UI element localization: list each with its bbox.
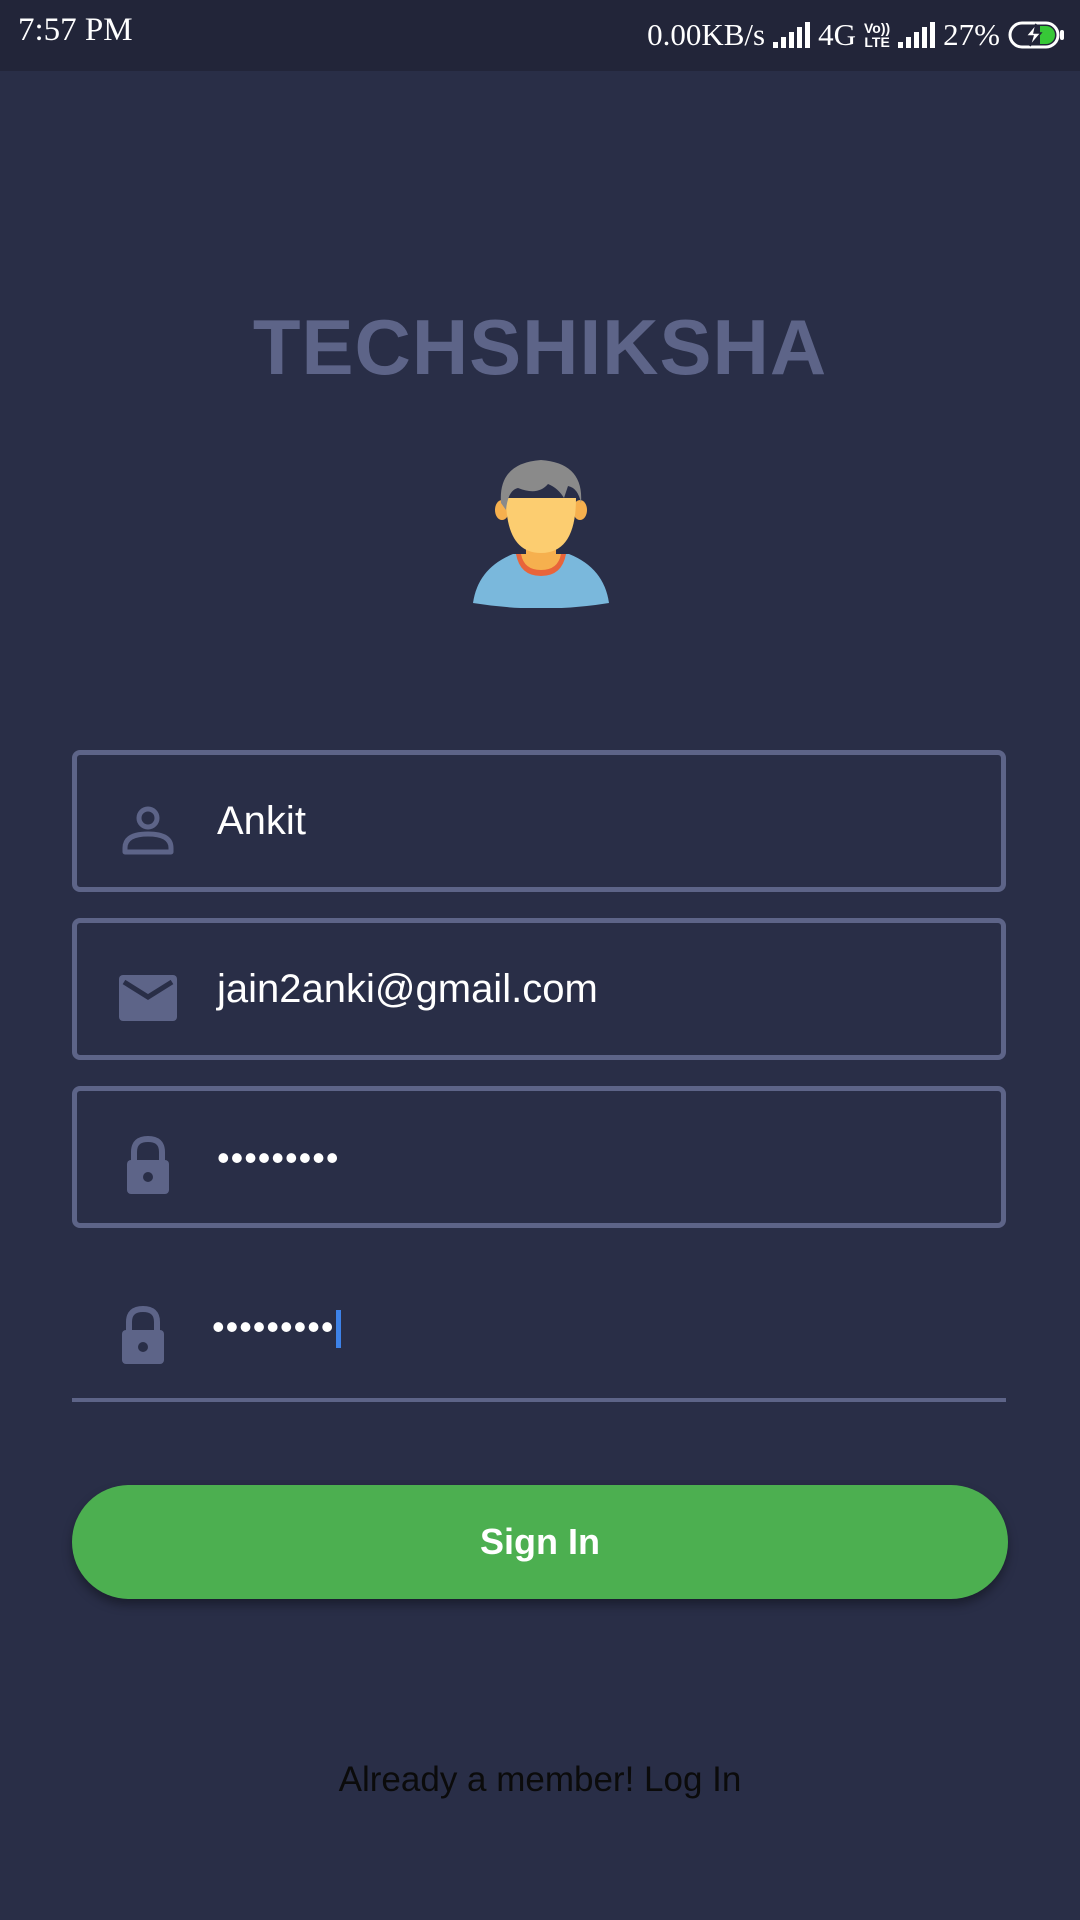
status-time: 7:57 PM — [18, 12, 133, 48]
status-bar: 7:57 PM 0.00KB/s 4G Vo)) LTE 27% — [0, 0, 1080, 71]
signal-icon — [773, 22, 811, 48]
name-input[interactable]: Ankit — [217, 799, 306, 844]
text-cursor — [336, 1310, 342, 1349]
network-type: 4G — [818, 17, 856, 52]
login-link[interactable]: Already a member! Log In — [0, 1760, 1080, 1800]
signal-icon-2 — [898, 22, 936, 48]
confirm-password-field[interactable]: ••••••••• — [72, 1244, 1006, 1402]
app-title: TECHSHIKSHA — [252, 303, 828, 391]
confirm-password-row[interactable]: ••••••••• — [212, 1306, 342, 1349]
email-input[interactable]: jain2anki@gmail.com — [217, 967, 598, 1012]
avatar-icon — [473, 460, 609, 608]
mail-icon — [119, 975, 177, 1021]
lock-icon — [122, 1305, 164, 1364]
lock-icon — [127, 1135, 169, 1194]
net-speed: 0.00KB/s — [647, 17, 766, 52]
person-icon — [122, 806, 174, 855]
sign-in-button[interactable]: Sign In — [72, 1485, 1008, 1599]
volte-icon: Vo)) LTE — [863, 20, 891, 50]
email-field[interactable]: jain2anki@gmail.com — [72, 918, 1006, 1060]
name-field[interactable]: Ankit — [72, 750, 1006, 892]
password-field[interactable]: ••••••••• — [72, 1086, 1006, 1228]
status-right: 0.00KB/s 4G Vo)) LTE 27% — [647, 12, 1066, 58]
battery-percent: 27% — [943, 17, 1000, 52]
confirm-password-input[interactable]: ••••••••• — [212, 1306, 334, 1347]
password-input[interactable]: ••••••••• — [217, 1137, 339, 1179]
battery-charging-icon — [1008, 21, 1064, 49]
